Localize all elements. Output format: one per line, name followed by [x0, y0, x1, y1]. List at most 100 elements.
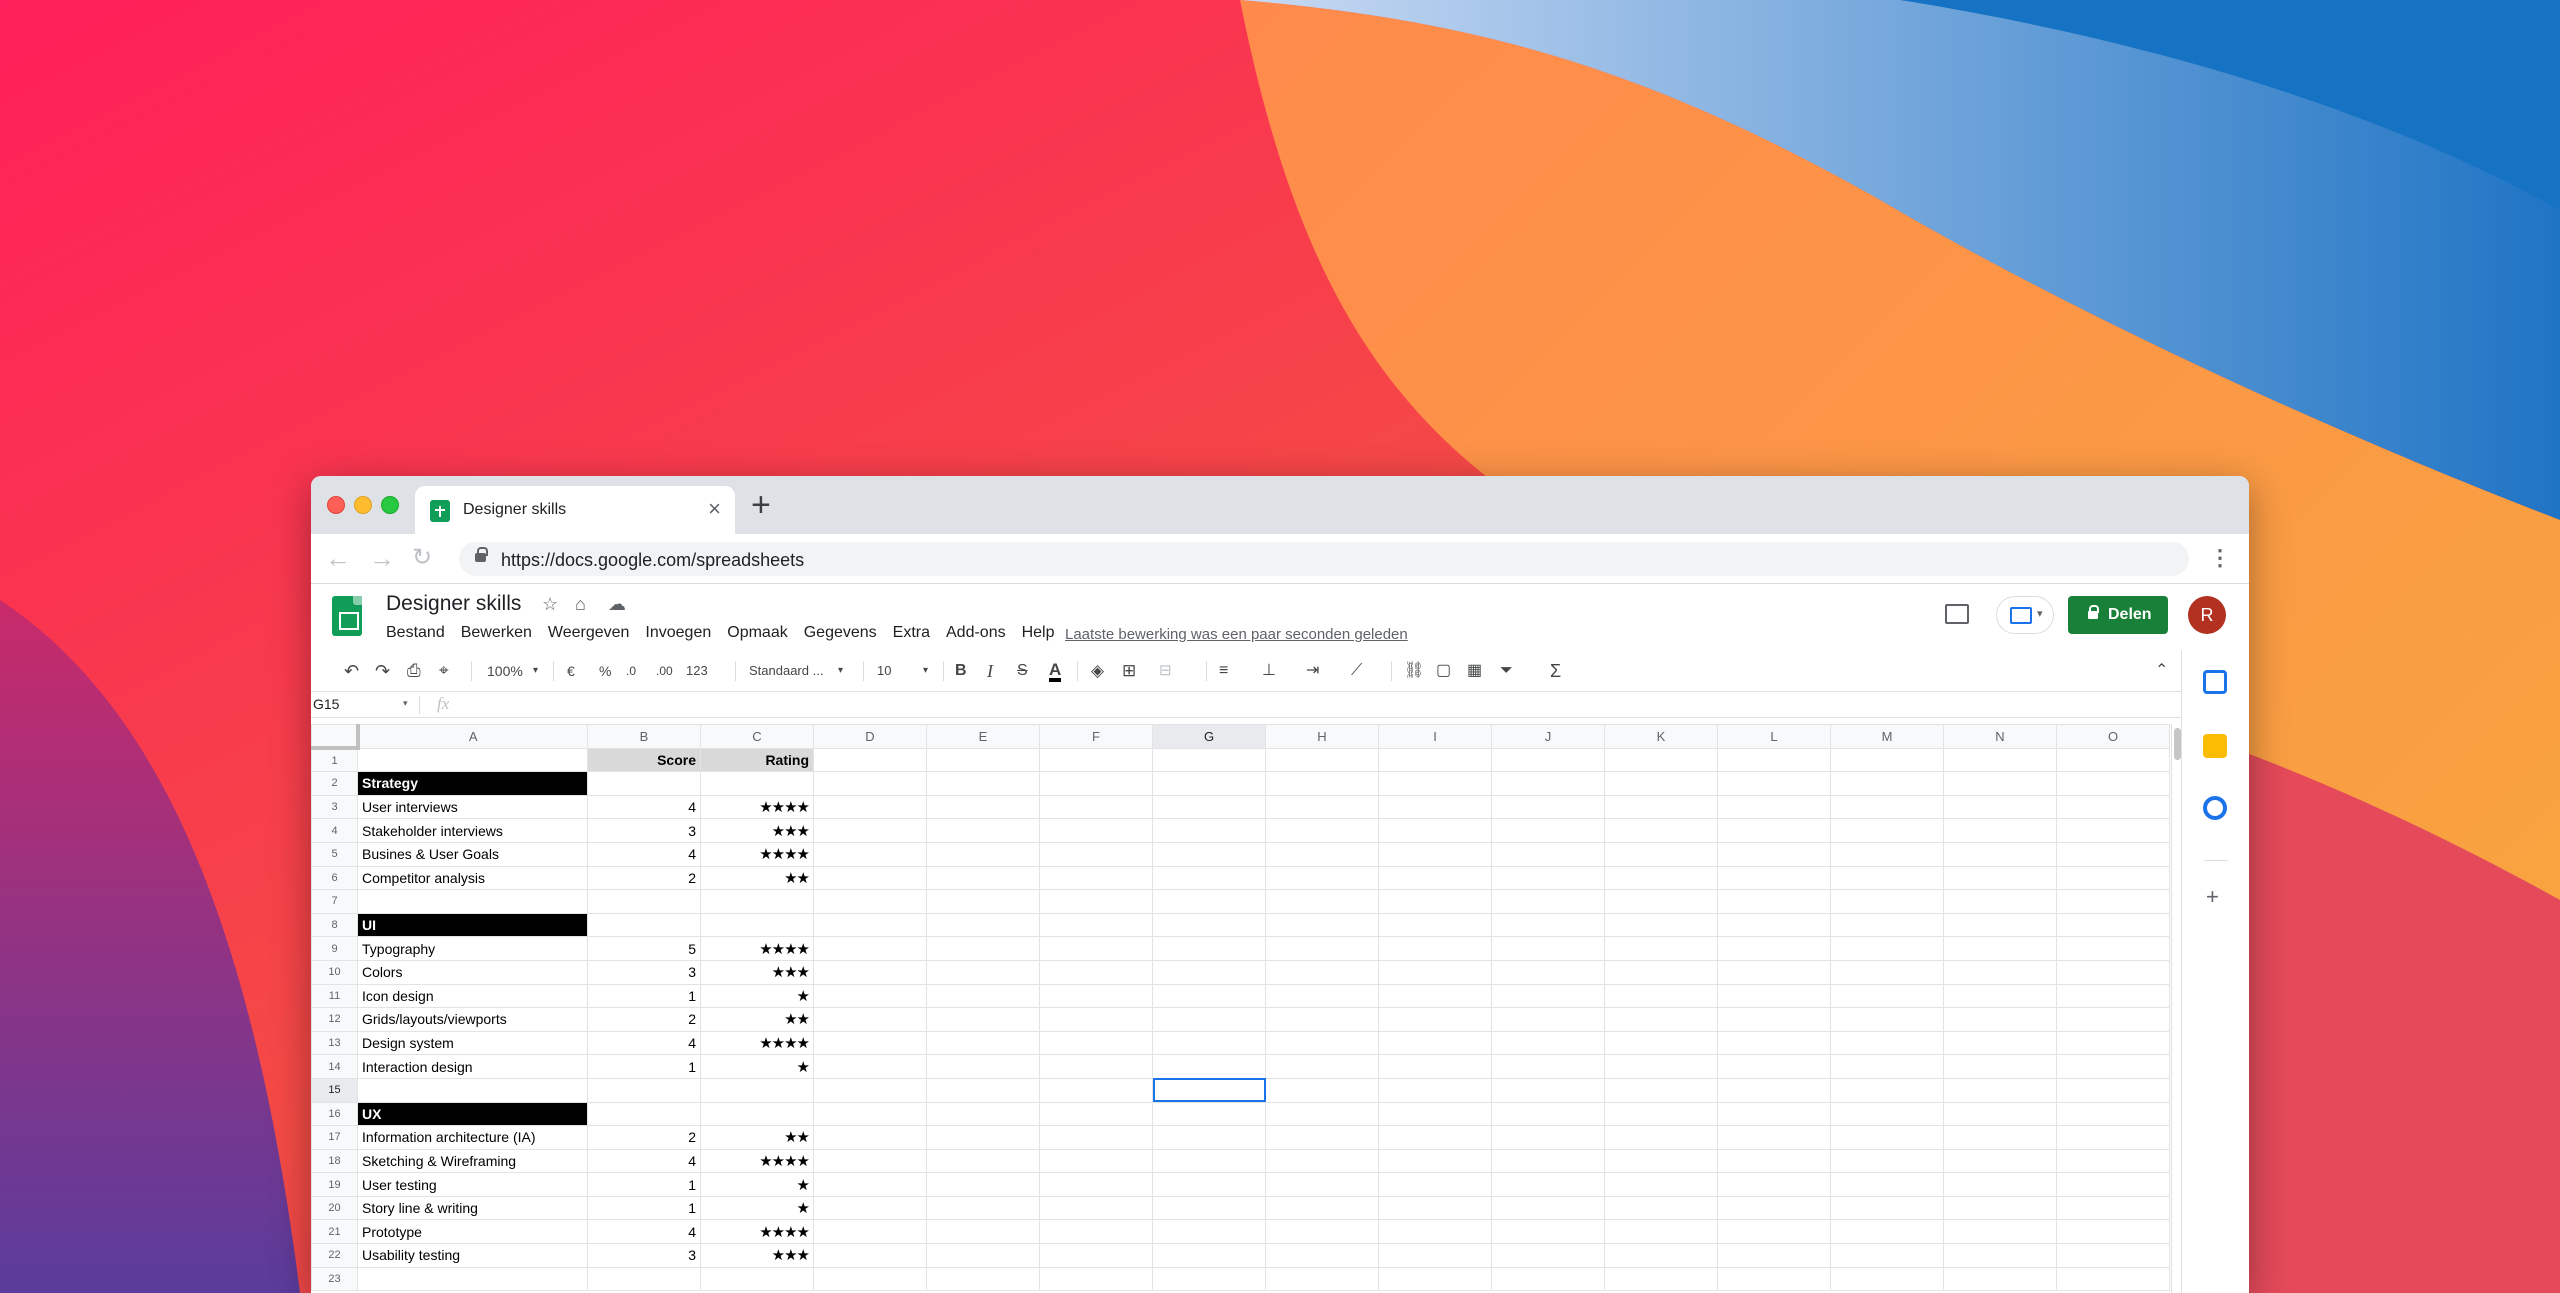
- cell[interactable]: [1152, 1030, 1266, 1056]
- tasks-icon[interactable]: [2203, 796, 2227, 820]
- cell[interactable]: [926, 912, 1040, 938]
- cell[interactable]: [813, 865, 927, 891]
- cell[interactable]: [1943, 889, 2057, 914]
- cell[interactable]: [1265, 794, 1379, 820]
- cell-label[interactable]: Typography: [357, 936, 588, 961]
- cell[interactable]: [1943, 1077, 2057, 1103]
- text-color-button[interactable]: A: [1049, 661, 1062, 682]
- cell[interactable]: [1491, 1172, 1605, 1197]
- cell[interactable]: [1830, 1030, 1944, 1056]
- cell[interactable]: [1717, 1030, 1831, 1056]
- cell[interactable]: [1943, 959, 2057, 985]
- column-header-f[interactable]: F: [1039, 724, 1153, 749]
- vertical-scrollbar[interactable]: [2171, 724, 2181, 1293]
- cell[interactable]: [813, 1077, 927, 1103]
- cell-rating[interactable]: [700, 912, 814, 938]
- cell[interactable]: [1265, 771, 1379, 796]
- cell[interactable]: [926, 794, 1040, 820]
- cell[interactable]: [1378, 1148, 1492, 1174]
- collapse-menus-icon[interactable]: ⌃: [2155, 661, 2168, 681]
- cell[interactable]: [926, 1054, 1040, 1079]
- cell-score[interactable]: [587, 1266, 701, 1292]
- cell[interactable]: [1378, 983, 1492, 1009]
- cell[interactable]: [1830, 771, 1944, 796]
- cell[interactable]: [1717, 1148, 1831, 1174]
- cell[interactable]: [1039, 1007, 1153, 1032]
- cell[interactable]: [813, 1030, 927, 1056]
- cell[interactable]: [1717, 771, 1831, 796]
- cell[interactable]: [1717, 1172, 1831, 1197]
- document-title[interactable]: Designer skills: [386, 592, 521, 616]
- cell[interactable]: [813, 841, 927, 867]
- cell[interactable]: [1830, 959, 1944, 985]
- cell[interactable]: [1943, 936, 2057, 961]
- cell[interactable]: [2056, 841, 2170, 867]
- cell-rating[interactable]: ★★★★: [700, 841, 814, 867]
- cell[interactable]: [2056, 912, 2170, 938]
- cell[interactable]: [1943, 983, 2057, 1009]
- cell-rating[interactable]: [700, 1266, 814, 1292]
- cell[interactable]: [1039, 912, 1153, 938]
- cell[interactable]: [1378, 1266, 1492, 1292]
- cell[interactable]: [1717, 889, 1831, 914]
- get-add-ons-icon[interactable]: +: [2206, 886, 2219, 908]
- cell[interactable]: [2056, 1148, 2170, 1174]
- cell[interactable]: [1491, 912, 1605, 938]
- cell[interactable]: [1604, 1195, 1718, 1221]
- cell[interactable]: [813, 983, 927, 1009]
- cell[interactable]: [1265, 1007, 1379, 1032]
- cell[interactable]: [2056, 983, 2170, 1009]
- cell[interactable]: [1604, 818, 1718, 843]
- cell[interactable]: [1265, 1125, 1379, 1150]
- cell[interactable]: [1039, 1219, 1153, 1245]
- cell[interactable]: [813, 1243, 927, 1268]
- cell[interactable]: [813, 1266, 927, 1292]
- row-header[interactable]: 6: [311, 865, 358, 891]
- cell[interactable]: [1039, 1101, 1153, 1127]
- cell[interactable]: [1378, 1101, 1492, 1127]
- cell[interactable]: [926, 936, 1040, 961]
- menu-opmaak[interactable]: Opmaak: [727, 624, 787, 642]
- cell[interactable]: [1830, 912, 1944, 938]
- cell-score[interactable]: 3: [587, 959, 701, 985]
- cell[interactable]: [1152, 912, 1266, 938]
- forward-button[interactable]: →: [369, 544, 395, 572]
- cell[interactable]: [1604, 865, 1718, 891]
- cell[interactable]: [1491, 1101, 1605, 1127]
- cell[interactable]: [813, 1219, 927, 1245]
- cell[interactable]: [926, 1007, 1040, 1032]
- cell[interactable]: [1265, 912, 1379, 938]
- cell[interactable]: [1604, 959, 1718, 985]
- cell[interactable]: [1943, 1030, 2057, 1056]
- cell-label[interactable]: Strategy: [357, 771, 588, 796]
- column-header-l[interactable]: L: [1717, 724, 1831, 749]
- row-header[interactable]: 15: [311, 1077, 358, 1103]
- cell[interactable]: [1604, 794, 1718, 820]
- cell[interactable]: [1265, 1148, 1379, 1174]
- cell[interactable]: [1378, 959, 1492, 985]
- italic-button[interactable]: I: [987, 661, 993, 681]
- cell[interactable]: [1604, 1172, 1718, 1197]
- cell[interactable]: [1943, 1054, 2057, 1079]
- cell[interactable]: [1717, 1243, 1831, 1268]
- cell-rating[interactable]: ★: [700, 1172, 814, 1197]
- cell-label[interactable]: [357, 747, 588, 773]
- cell[interactable]: [1039, 865, 1153, 891]
- cell[interactable]: [1039, 1054, 1153, 1079]
- cell[interactable]: [1943, 1219, 2057, 1245]
- cell[interactable]: [926, 771, 1040, 796]
- more-formats-button[interactable]: 123: [686, 661, 708, 681]
- cell-rating[interactable]: ★: [700, 1195, 814, 1221]
- cell[interactable]: [1830, 1007, 1944, 1032]
- cell[interactable]: [1830, 1054, 1944, 1079]
- cell[interactable]: [1717, 1007, 1831, 1032]
- menu-bestand[interactable]: Bestand: [386, 624, 445, 642]
- zoom-select[interactable]: 100%: [487, 661, 523, 681]
- cell[interactable]: [1491, 794, 1605, 820]
- cell[interactable]: [813, 1125, 927, 1150]
- cell-rating[interactable]: ★★★: [700, 1243, 814, 1268]
- cell[interactable]: [1152, 1266, 1266, 1292]
- row-header[interactable]: 7: [311, 889, 358, 914]
- cell[interactable]: [1152, 1125, 1266, 1150]
- cell-label[interactable]: Story line & writing: [357, 1195, 588, 1221]
